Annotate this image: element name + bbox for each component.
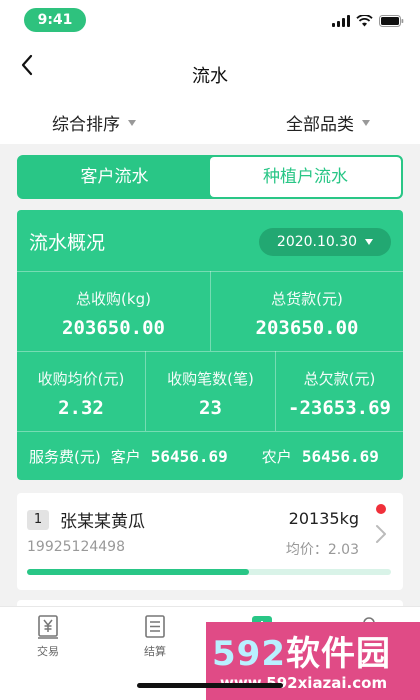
watermark-logo: 592软件园 www.592xiazai.com bbox=[206, 622, 420, 700]
caret-down-icon bbox=[365, 239, 374, 245]
record-progress-fill bbox=[27, 569, 250, 575]
flow-type-segment: 客户流水 种植户流水 bbox=[17, 155, 403, 199]
divider bbox=[17, 351, 403, 352]
status-time: 9:41 bbox=[24, 8, 86, 32]
record-weight: 20135kg bbox=[288, 509, 359, 528]
home-indicator bbox=[137, 683, 283, 688]
service-fee-row: 服务费(元) 客户 56456.69 农户 56456.69 bbox=[29, 446, 379, 467]
ledger-icon bbox=[145, 615, 165, 638]
tab-customer-flow[interactable]: 客户流水 bbox=[19, 157, 210, 197]
divider bbox=[17, 431, 403, 432]
record-progress bbox=[27, 569, 391, 575]
status-icons bbox=[332, 13, 404, 29]
sort-dropdown-label: 综合排序 bbox=[52, 115, 120, 135]
rank-badge: 1 bbox=[27, 510, 49, 530]
date-value: 2020.10.30 bbox=[276, 234, 358, 250]
farmer-fee-value: 56456.69 bbox=[301, 447, 379, 466]
record-avg-price: 均价：2.03 bbox=[285, 542, 359, 558]
overview-title: 流水概况 bbox=[29, 232, 106, 254]
stat-value: 2.32 bbox=[58, 397, 104, 419]
service-fee-label: 服务费(元) bbox=[29, 448, 101, 466]
sort-dropdown[interactable]: 综合排序 bbox=[52, 110, 136, 135]
stat-label: 总货款(元) bbox=[271, 290, 343, 308]
total-purchase-stat: 总收购(kg) 203650.00 bbox=[17, 288, 210, 339]
category-dropdown[interactable]: 全部品类 bbox=[286, 110, 370, 135]
customer-fee-label: 客户 bbox=[110, 448, 141, 466]
purchase-count-stat: 收购笔数(笔) 23 bbox=[146, 368, 275, 419]
tab-trade[interactable]: 交易 bbox=[18, 615, 78, 659]
stat-label: 收购均价(元) bbox=[37, 370, 125, 388]
battery-icon bbox=[379, 15, 404, 27]
total-arrears-stat: 总欠款(元) -23653.69 bbox=[276, 368, 403, 419]
customer-fee-value: 56456.69 bbox=[150, 447, 228, 466]
total-payment-stat: 总货款(元) 203650.00 bbox=[211, 288, 403, 339]
stat-label: 总收购(kg) bbox=[76, 290, 151, 308]
date-picker[interactable]: 2020.10.30 bbox=[259, 228, 391, 256]
flow-overview-card: 流水概况 2020.10.30 总收购(kg) 203650.00 总货款(元)… bbox=[17, 210, 403, 480]
farmer-fee-label: 农户 bbox=[261, 448, 292, 466]
wifi-icon bbox=[356, 15, 373, 27]
cellular-signal-icon bbox=[332, 15, 350, 27]
category-dropdown-label: 全部品类 bbox=[286, 115, 354, 135]
flow-record-item[interactable]: 1 张某某黄瓜 20135kg 19925124498 均价：2.03 bbox=[17, 493, 403, 590]
caret-down-icon bbox=[128, 119, 136, 126]
chevron-right-icon bbox=[376, 525, 386, 543]
tab-label: 结算 bbox=[144, 645, 166, 658]
stat-label: 总欠款(元) bbox=[303, 370, 376, 388]
yen-receipt-icon bbox=[38, 615, 58, 639]
nav-bar: 流水 bbox=[0, 40, 420, 104]
tab-label: 交易 bbox=[37, 645, 59, 658]
stat-value: 23 bbox=[199, 397, 222, 419]
record-name: 张某某黄瓜 bbox=[60, 512, 145, 532]
record-phone: 19925124498 bbox=[27, 539, 125, 555]
unread-dot bbox=[376, 504, 386, 514]
watermark-brand: 592软件园 bbox=[212, 634, 391, 674]
stat-value: 203650.00 bbox=[62, 317, 165, 339]
filter-bar: 综合排序 全部品类 bbox=[0, 104, 420, 144]
caret-down-icon bbox=[362, 119, 370, 126]
status-bar: 9:41 bbox=[0, 0, 420, 40]
page-title: 流水 bbox=[192, 66, 228, 87]
stat-label: 收购笔数(笔) bbox=[167, 370, 254, 388]
tab-settlement[interactable]: 结算 bbox=[125, 615, 185, 659]
stat-value: 203650.00 bbox=[255, 317, 359, 339]
stat-value: -23653.69 bbox=[288, 397, 391, 419]
avg-price-stat: 收购均价(元) 2.32 bbox=[17, 368, 145, 419]
tab-grower-flow[interactable]: 种植户流水 bbox=[210, 157, 401, 197]
